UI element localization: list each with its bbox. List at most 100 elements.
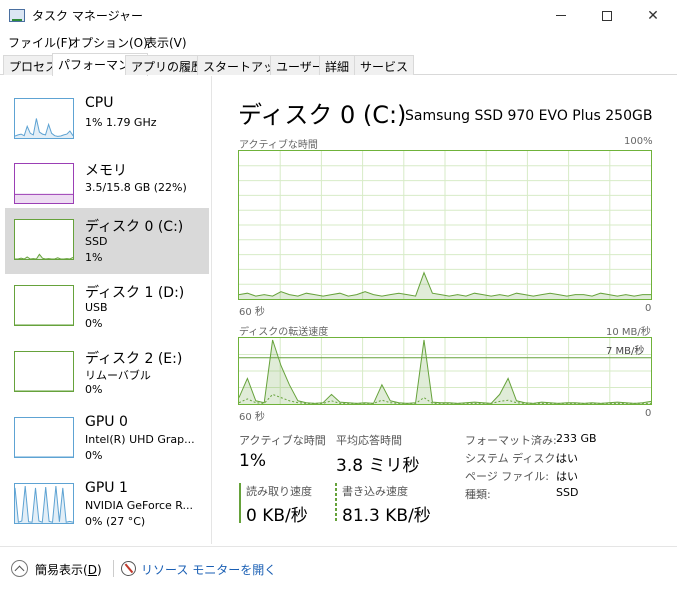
- page-title: ディスク 0 (C:): [238, 101, 407, 129]
- transfer-rate-graph-label: ディスクの転送速度: [239, 327, 329, 338]
- thumbnail-line: [15, 253, 73, 259]
- tab-services[interactable]: サービス: [354, 55, 415, 75]
- read-speed-label: 読み取り速度: [246, 485, 312, 498]
- thumbnail-svg: [15, 324, 73, 325]
- minimize-button[interactable]: [538, 0, 584, 31]
- task-manager-app-icon: [9, 9, 25, 22]
- thumbnail-svg: [15, 253, 73, 259]
- active-time-graph-max: 100%: [624, 136, 653, 147]
- response-time-stat-value: 3.8 ミリ秒: [336, 456, 420, 476]
- write-speed-label: 書き込み速度: [342, 485, 408, 498]
- fewer-details-end: ): [96, 563, 102, 577]
- active-time-stat-value: 1%: [239, 451, 266, 471]
- gpu-1-thumbnail-graph: [14, 483, 74, 524]
- sidebar-item-disk-1[interactable]: ディスク 1 (D:) USB 0%: [5, 274, 209, 340]
- thumbnail-svg: [15, 390, 73, 391]
- gpu-0-thumbnail-graph: [14, 417, 74, 458]
- disk-1-thumbnail-graph: [14, 285, 74, 326]
- menu-file[interactable]: ファイル(F): [8, 34, 72, 51]
- thumbnail-svg: [15, 485, 73, 523]
- sidebar-item-detail: USB: [85, 301, 108, 314]
- disk-0-thumbnail-graph: [14, 219, 74, 260]
- sidebar-item-usage: 1%: [85, 251, 103, 264]
- tab-details[interactable]: 詳細: [319, 55, 356, 75]
- sidebar-item-detail: 1% 1.79 GHz: [85, 116, 157, 129]
- fewer-details-accesskey: D: [87, 563, 97, 577]
- tab-bar: プロセス パフォーマンス アプリの履歴 スタートアップ ユーザー 詳細 サービス: [0, 53, 677, 76]
- type-value: SSD: [556, 486, 579, 499]
- sidebar-item-detail: 3.5/15.8 GB (22%): [85, 181, 187, 194]
- performance-sidebar: CPU 1% 1.79 GHz メモリ 3.5/15.8 GB (22%) ディ…: [0, 76, 212, 544]
- memory-thumbnail-graph: [14, 163, 74, 204]
- graph-svg: [238, 151, 651, 299]
- sidebar-item-gpu-1[interactable]: GPU 1 NVIDIA GeForce R... 0% (27 °C): [5, 472, 209, 538]
- transfer-rate-inner-scale: 7 MB/秒: [606, 346, 645, 357]
- system-disk-label: システム ディスク:: [465, 452, 560, 465]
- active-time-graph-right-axis: 0: [645, 303, 652, 314]
- transfer-rate-graph-left-axis: 60 秒: [239, 412, 265, 423]
- type-label: 種類:: [465, 488, 491, 501]
- thumbnail-svg: [15, 118, 73, 138]
- graph-svg: [238, 338, 652, 404]
- read-speed-value: 0 KB/秒: [246, 506, 308, 526]
- open-resource-monitor-link[interactable]: リソース モニターを開く: [141, 561, 276, 578]
- sidebar-item-name: ディスク 2 (E:): [85, 351, 183, 367]
- page-file-value: はい: [556, 470, 578, 483]
- maximize-button[interactable]: [584, 0, 630, 31]
- title-bar: タスク マネージャー ✕: [0, 0, 677, 31]
- disk-model-name: Samsung SSD 970 EVO Plus 250GB: [405, 108, 653, 124]
- window-title: タスク マネージャー: [32, 9, 143, 23]
- sidebar-item-name: CPU: [85, 95, 114, 111]
- resource-monitor-icon: [121, 561, 136, 576]
- footer-separator: [113, 560, 114, 577]
- active-time-stat-label: アクティブな時間: [239, 434, 326, 447]
- active-time-graph: [238, 150, 652, 300]
- sidebar-item-usage: 0%: [85, 449, 103, 462]
- read-speed-indicator: [239, 483, 241, 523]
- sidebar-item-name: GPU 0: [85, 414, 128, 430]
- thumbnail-line: [15, 118, 73, 137]
- disk-2-thumbnail-graph: [14, 351, 74, 392]
- active-time-graph-label: アクティブな時間: [239, 140, 318, 151]
- sidebar-item-name: GPU 1: [85, 480, 128, 496]
- thumbnail-area: [15, 194, 73, 203]
- fewer-details-button[interactable]: 簡易表示(D): [35, 561, 102, 578]
- sidebar-item-detail: リムーバブル: [85, 369, 151, 382]
- sidebar-item-name: ディスク 1 (D:): [85, 285, 185, 301]
- menu-view[interactable]: 表示(V): [145, 34, 187, 51]
- close-icon: ✕: [647, 7, 659, 24]
- sidebar-item-disk-0[interactable]: ディスク 0 (C:) SSD 1%: [5, 208, 209, 274]
- sidebar-item-name: ディスク 0 (C:): [85, 219, 184, 235]
- transfer-rate-graph-max: 10 MB/秒: [606, 327, 651, 338]
- sidebar-item-name: メモリ: [85, 163, 127, 179]
- sidebar-item-gpu-0[interactable]: GPU 0 Intel(R) UHD Grap... 0%: [5, 406, 209, 472]
- thumbnail-svg: [15, 456, 73, 457]
- minimize-icon: [556, 15, 566, 16]
- menu-options[interactable]: オプション(O): [69, 34, 148, 51]
- sidebar-item-cpu[interactable]: CPU 1% 1.79 GHz: [5, 87, 209, 153]
- footer-bar: 簡易表示(D) リソース モニターを開く: [0, 546, 677, 593]
- active-time-graph-left-axis: 60 秒: [239, 307, 265, 318]
- sidebar-item-detail: SSD: [85, 235, 108, 248]
- close-button[interactable]: ✕: [630, 0, 676, 31]
- chevron-up-icon[interactable]: [11, 560, 28, 577]
- sidebar-item-usage: 0% (27 °C): [85, 515, 146, 528]
- transfer-rate-graph: [238, 337, 652, 405]
- write-speed-indicator: [335, 483, 337, 523]
- cpu-thumbnail-graph: [14, 98, 74, 139]
- fewer-details-text: 簡易表示(: [35, 563, 88, 577]
- menu-bar: ファイル(F) オプション(O) 表示(V): [0, 31, 677, 52]
- sidebar-item-detail: NVIDIA GeForce R...: [85, 499, 194, 512]
- sidebar-item-usage: 0%: [85, 383, 103, 396]
- system-disk-value: はい: [556, 452, 578, 465]
- response-time-stat-label: 平均応答時間: [336, 434, 402, 447]
- maximize-icon: [602, 10, 612, 21]
- formatted-label: フォーマット済み:: [465, 434, 557, 447]
- formatted-value: 233 GB: [556, 432, 597, 445]
- sidebar-item-usage: 0%: [85, 317, 103, 330]
- sidebar-item-disk-2[interactable]: ディスク 2 (E:) リムーバブル 0%: [5, 340, 209, 406]
- transfer-rate-graph-right-axis: 0: [645, 408, 652, 419]
- write-speed-value: 81.3 KB/秒: [342, 506, 431, 526]
- thumbnail-svg: [15, 193, 73, 203]
- page-file-label: ページ ファイル:: [465, 470, 549, 483]
